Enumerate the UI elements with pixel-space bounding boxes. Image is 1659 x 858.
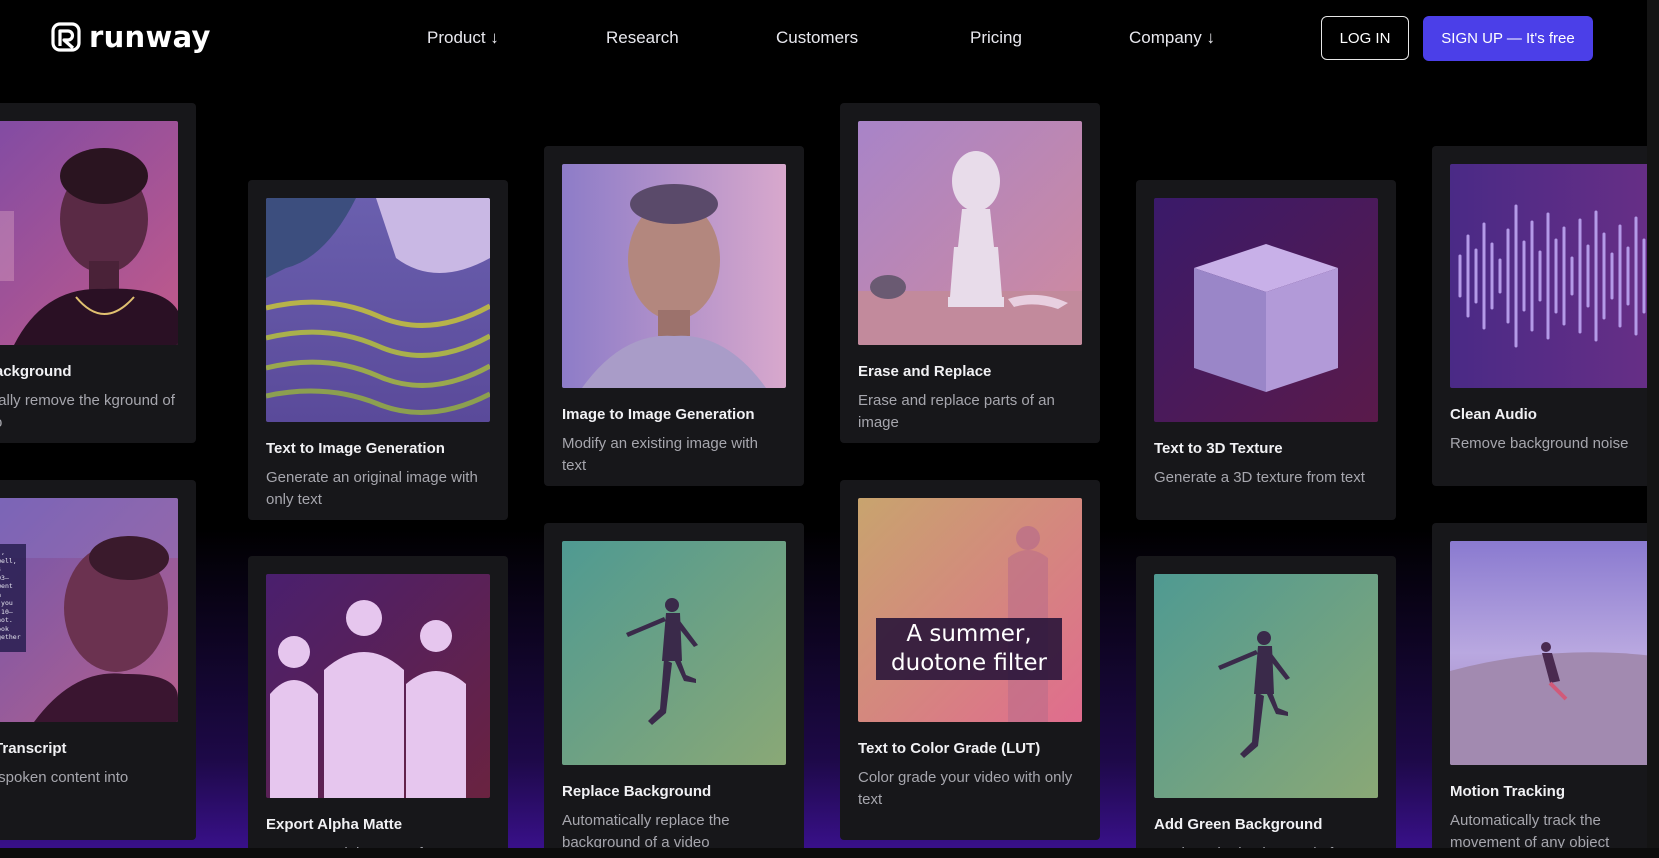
top-navigation: runway Product ↓ Research Customers Pric… bbox=[0, 0, 1647, 78]
card-erase-and-replace[interactable]: Erase and Replace Erase and replace part… bbox=[840, 103, 1100, 443]
card-thumbnail: 0:01—00:04 , I've been well, e heater is… bbox=[0, 498, 178, 722]
window-edge-bottom bbox=[0, 848, 1659, 858]
card-description: Automatically replace the background of … bbox=[562, 812, 730, 851]
audio-waveform-image bbox=[1450, 164, 1659, 388]
nav-research[interactable]: Research bbox=[606, 28, 679, 48]
brand-name: runway bbox=[89, 20, 211, 54]
card-title: Clean Audio bbox=[1450, 406, 1537, 423]
card-title: Erase and Replace bbox=[858, 363, 992, 380]
card-color-grade[interactable]: A summer, duotone filter Text to Color G… bbox=[840, 480, 1100, 840]
window-edge-right bbox=[1647, 0, 1659, 858]
card-title: Export Alpha Matte bbox=[266, 816, 403, 833]
dancer-green-image bbox=[1154, 574, 1378, 798]
nav-pricing[interactable]: Pricing bbox=[970, 28, 1022, 48]
card-description: omatically remove the kground of a video bbox=[0, 392, 175, 431]
card-title: Image to Image Generation bbox=[562, 406, 755, 423]
transcript-image bbox=[0, 498, 178, 722]
card-thumbnail bbox=[266, 574, 490, 798]
card-replace-background[interactable]: Replace Background Automatically replace… bbox=[544, 523, 804, 853]
card-thumbnail bbox=[562, 164, 786, 388]
silhouettes-image bbox=[266, 574, 490, 798]
card-add-green-background[interactable]: Add Green Background Replace the backgro… bbox=[1136, 556, 1396, 856]
card-thumbnail bbox=[1154, 574, 1378, 798]
card-title: Add Green Background bbox=[1154, 816, 1323, 833]
login-button[interactable]: LOG IN bbox=[1321, 16, 1409, 60]
nav-customers[interactable]: Customers bbox=[776, 28, 858, 48]
card-motion-tracking[interactable]: Motion Tracking Automatically track the … bbox=[1432, 523, 1659, 853]
statue-image bbox=[858, 121, 1082, 345]
card-title: Text to Color Grade (LUT) bbox=[858, 740, 1041, 757]
card-description: Color grade your video with only text bbox=[858, 769, 1073, 808]
card-text-to-image[interactable]: Text to Image Generation Generate an ori… bbox=[248, 180, 508, 520]
card-thumbnail bbox=[1450, 541, 1659, 765]
color-grade-caption: A summer, duotone filter bbox=[876, 618, 1062, 680]
man-portrait-image bbox=[562, 164, 786, 388]
landscape-image bbox=[266, 198, 490, 422]
portrait-image bbox=[0, 121, 178, 345]
cube-image bbox=[1154, 198, 1378, 422]
runway-logo-icon bbox=[51, 22, 81, 52]
card-description: scribe spoken content into bbox=[0, 769, 129, 786]
card-title: Replace Background bbox=[562, 783, 712, 800]
card-description: Remove background noise bbox=[1450, 435, 1629, 452]
card-text-to-3d-texture[interactable]: Text to 3D Texture Generate a 3D texture… bbox=[1136, 180, 1396, 520]
duotone-image bbox=[858, 498, 1082, 722]
dancer-image bbox=[562, 541, 786, 765]
card-thumbnail bbox=[1450, 164, 1659, 388]
card-title: Text to 3D Texture bbox=[1154, 440, 1283, 457]
card-description: Modify an existing image with text bbox=[562, 435, 758, 474]
card-export-alpha-matte[interactable]: Export Alpha Matte Create an alpha matte… bbox=[248, 556, 508, 856]
transcript-overlay: 0:01—00:04 , I've been well, e heater is… bbox=[0, 544, 26, 652]
brand-logo[interactable]: runway bbox=[51, 22, 211, 52]
card-image-to-image[interactable]: Image to Image Generation Modify an exis… bbox=[544, 146, 804, 486]
card-thumbnail bbox=[1154, 198, 1378, 422]
card-generate-transcript[interactable]: 0:01—00:04 , I've been well, e heater is… bbox=[0, 480, 196, 840]
card-description: Generate a 3D texture from text bbox=[1154, 469, 1365, 486]
card-description: Erase and replace parts of an image bbox=[858, 392, 1055, 431]
card-clean-audio[interactable]: Clean Audio Remove background noise bbox=[1432, 146, 1659, 486]
skater-image bbox=[1450, 541, 1659, 765]
card-description: Automatically track the movement of any … bbox=[1450, 812, 1610, 851]
card-title: ove Background bbox=[0, 363, 72, 380]
card-description: Generate an original image with only tex… bbox=[266, 469, 478, 508]
card-thumbnail bbox=[858, 121, 1082, 345]
card-title: erate Transcript bbox=[0, 740, 67, 757]
signup-button[interactable]: SIGN UP — It's free bbox=[1423, 16, 1593, 61]
nav-product[interactable]: Product ↓ bbox=[427, 28, 499, 48]
card-title: Motion Tracking bbox=[1450, 783, 1566, 800]
card-thumbnail: A summer, duotone filter bbox=[858, 498, 1082, 722]
nav-company[interactable]: Company ↓ bbox=[1129, 28, 1215, 48]
card-remove-background[interactable]: ove Background omatically remove the kgr… bbox=[0, 103, 196, 443]
card-thumbnail bbox=[562, 541, 786, 765]
card-title: Text to Image Generation bbox=[266, 440, 445, 457]
card-thumbnail bbox=[266, 198, 490, 422]
card-thumbnail bbox=[0, 121, 178, 345]
